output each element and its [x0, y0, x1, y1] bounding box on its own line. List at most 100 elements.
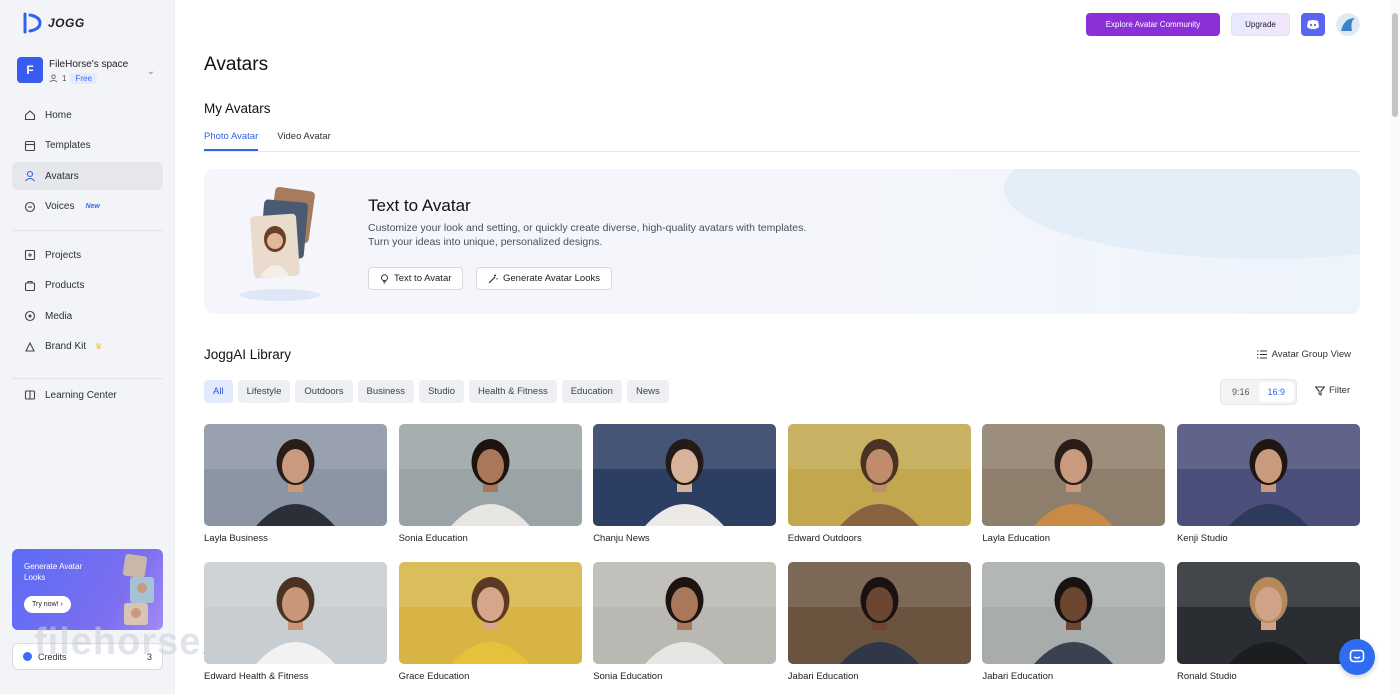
category-chip-business[interactable]: Business [357, 380, 415, 403]
brand-kit-icon [24, 341, 36, 353]
avatar-card[interactable]: Sonia Education [398, 424, 582, 562]
avatar-thumbnail[interactable] [982, 562, 1166, 664]
explore-community-button[interactable]: Explore Avatar Community [1086, 13, 1220, 36]
try-now-button[interactable]: Try now! › [24, 596, 71, 613]
avatar-name: Ronald Studio [1176, 671, 1237, 682]
discord-button[interactable] [1301, 13, 1325, 36]
avatar-name: Edward Outdoors [787, 533, 862, 544]
filter-button[interactable]: Filter [1315, 385, 1350, 396]
sidebar-divider [12, 378, 163, 379]
sidebar-item-projects[interactable]: Projects [12, 241, 163, 269]
text-to-avatar-button[interactable]: Text to Avatar [368, 267, 464, 290]
category-chip-outdoors[interactable]: Outdoors [295, 380, 353, 403]
category-chip-lifestyle[interactable]: Lifestyle [237, 380, 291, 403]
sidebar-item-label: Learning Center [45, 389, 117, 401]
sidebar-item-avatars[interactable]: Avatars [12, 162, 163, 191]
avatar-name: Chanju News [593, 533, 650, 544]
avatar-card[interactable]: Kenji Studio [1176, 424, 1360, 562]
sidebar-item-home[interactable]: Home [12, 101, 163, 129]
library-title: JoggAI Library [204, 347, 292, 362]
credits-icon [23, 652, 32, 661]
app-logo[interactable]: JOGG [22, 12, 85, 34]
avatar-card[interactable]: Chanju News [593, 424, 777, 562]
text-to-avatar-label: Text to Avatar [394, 273, 452, 284]
hero-description: Customize your look and setting, or quic… [368, 222, 807, 248]
generate-avatar-looks-button[interactable]: Generate Avatar Looks [476, 267, 612, 290]
sidebar-item-media[interactable]: Media [12, 302, 163, 330]
list-icon [1256, 350, 1267, 359]
sidebar-main-nav: Home Templates Avatars Voices New [12, 101, 163, 223]
avatar-thumbnail[interactable] [1176, 562, 1360, 664]
discord-icon [1307, 20, 1319, 30]
scrollbar-thumb[interactable] [1392, 13, 1398, 117]
user-avatar[interactable] [1336, 13, 1360, 36]
avatar-thumbnail[interactable] [398, 562, 582, 664]
sidebar: JOGG F FileHorse's space 1 Free ⌄ Home T… [0, 0, 237, 694]
sidebar-item-label: Brand Kit [45, 341, 87, 353]
avatar-thumbnail[interactable] [1176, 424, 1360, 526]
avatar-thumbnail[interactable] [593, 562, 777, 664]
generate-looks-promo[interactable]: Generate Avatar Looks Try now! › [12, 549, 163, 630]
avatar-card[interactable]: Sonia Education [593, 562, 777, 700]
avatar-card[interactable]: Layla Business [204, 424, 387, 562]
avatar-name: Layla Business [204, 533, 268, 544]
avatar-thumbnail[interactable] [787, 424, 971, 526]
lightbulb-icon [381, 273, 388, 283]
sidebar-item-learning-center[interactable]: Learning Center [12, 381, 163, 409]
avatar-name: Jabari Education [982, 671, 1054, 682]
chevron-down-icon: ⌄ [146, 66, 155, 77]
page-scrollbar[interactable] [1390, 0, 1400, 694]
workspace-switcher[interactable]: F FileHorse's space 1 Free ⌄ [17, 57, 159, 89]
magic-wand-icon [488, 274, 498, 283]
try-now-label: Try now! [32, 601, 59, 608]
chat-icon [1349, 649, 1365, 663]
sidebar-item-products[interactable]: Products [12, 272, 163, 300]
avatar-card[interactable]: Grace Education [398, 562, 582, 700]
tab-photo-avatar[interactable]: Photo Avatar [204, 131, 259, 151]
avatar-grid: Layla Business Sonia Education Chanju News… [204, 424, 1360, 700]
category-chip-news[interactable]: News [626, 380, 669, 403]
category-chip-studio[interactable]: Studio [419, 380, 464, 403]
products-icon [24, 280, 36, 292]
home-icon [24, 109, 36, 121]
avatar-name: Edward Health & Fitness [204, 671, 309, 682]
category-chip-education[interactable]: Education [561, 380, 622, 403]
avatar-group-view-toggle[interactable]: Avatar Group View [1256, 349, 1351, 360]
avatar-thumbnail[interactable] [204, 424, 387, 526]
text-to-avatar-banner: Text to Avatar Customize your look and s… [204, 169, 1360, 314]
avatar-card[interactable]: Edward Health & Fitness [204, 562, 387, 700]
category-filters: All Lifestyle Outdoors Business Studio H… [204, 380, 669, 403]
workspace-avatar: F [17, 57, 43, 83]
ratio-option-16-9[interactable]: 16:9 [1258, 382, 1294, 402]
jogg-logo-icon [23, 12, 42, 34]
avatar-thumbnail[interactable] [787, 562, 971, 664]
group-view-label: Avatar Group View [1271, 349, 1351, 360]
sidebar-item-voices[interactable]: Voices New [12, 193, 163, 221]
avatar-name: Sonia Education [398, 533, 468, 544]
avatar-thumbnail[interactable] [204, 562, 387, 664]
media-icon [24, 310, 36, 322]
category-chip-health-fitness[interactable]: Health & Fitness [469, 380, 557, 403]
learning-center-icon [24, 389, 36, 401]
avatar-type-tabs: Photo Avatar Video Avatar [204, 131, 1360, 152]
avatar-card[interactable]: Layla Education [982, 424, 1166, 562]
app-name: JOGG [48, 16, 85, 30]
sidebar-item-templates[interactable]: Templates [12, 132, 163, 160]
avatar-thumbnail[interactable] [398, 424, 582, 526]
avatar-thumbnail[interactable] [982, 424, 1166, 526]
ratio-option-9-16[interactable]: 9:16 [1223, 382, 1259, 402]
avatar-card[interactable]: Jabari Education [787, 562, 971, 700]
sidebar-item-brand-kit[interactable]: Brand Kit ♛ [12, 333, 163, 361]
avatar-thumbnail[interactable] [593, 424, 777, 526]
category-chip-all[interactable]: All [204, 380, 233, 403]
support-chat-button[interactable] [1339, 639, 1375, 675]
upgrade-button[interactable]: Upgrade [1231, 13, 1290, 36]
projects-icon [24, 249, 36, 261]
banner-decoration [1004, 169, 1360, 259]
avatar-card[interactable]: Ronald Studio [1176, 562, 1360, 700]
voices-icon [24, 201, 36, 213]
avatar-card[interactable]: Edward Outdoors [787, 424, 971, 562]
sidebar-item-label: Products [45, 280, 85, 292]
avatar-card[interactable]: Jabari Education [982, 562, 1166, 700]
tab-video-avatar[interactable]: Video Avatar [277, 131, 331, 151]
